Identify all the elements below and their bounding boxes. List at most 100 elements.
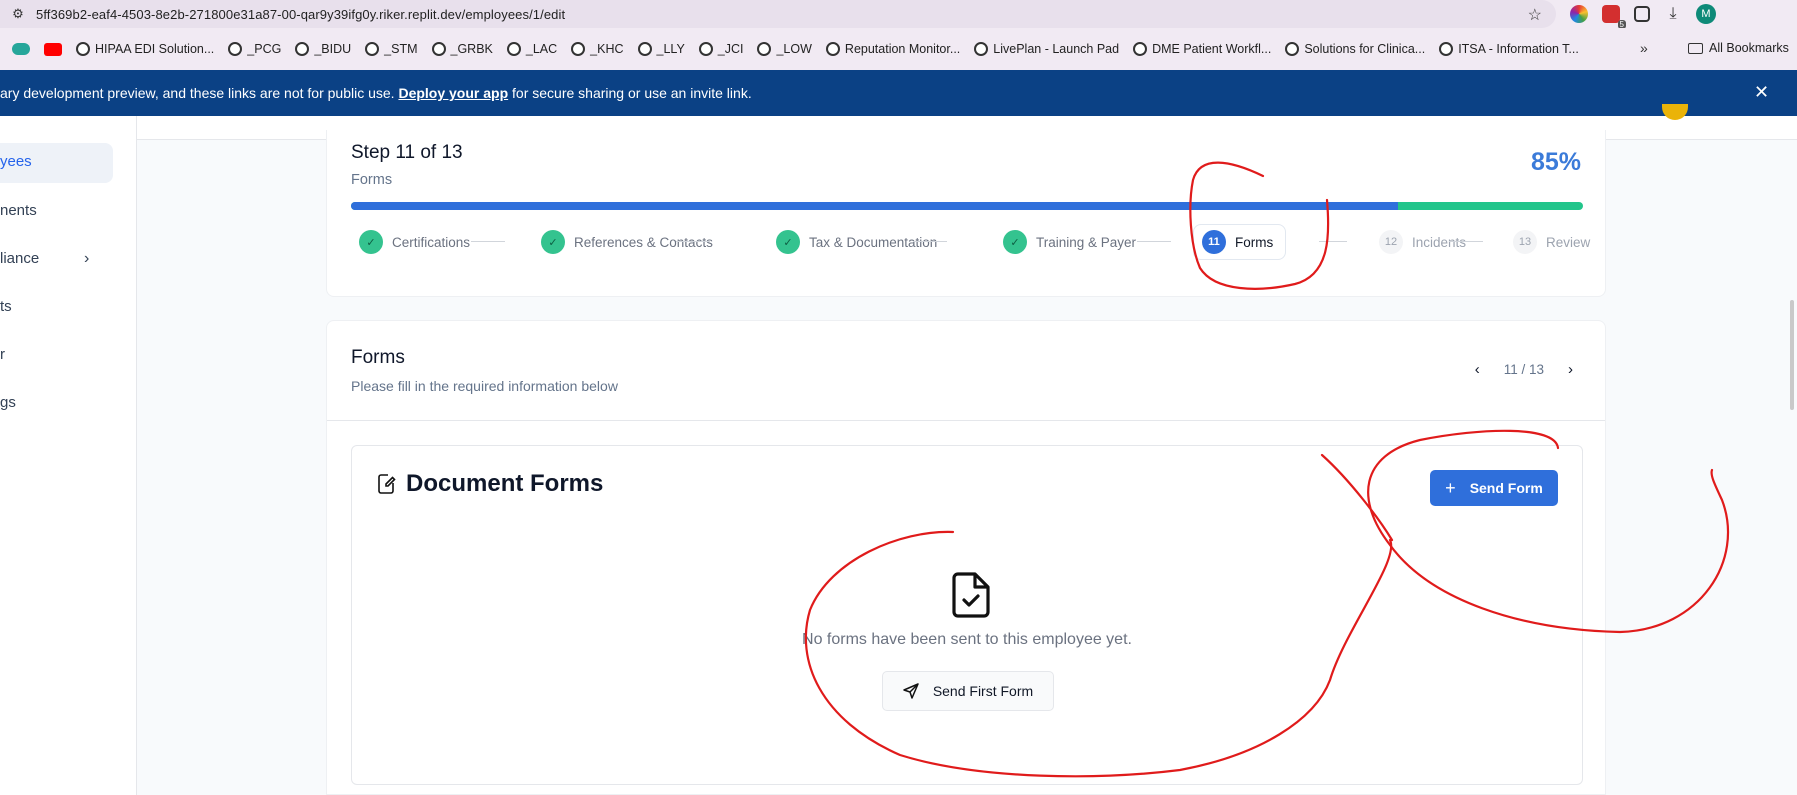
bookmark-item[interactable]: HIPAA EDI Solution...: [76, 42, 214, 56]
step-label: Forms: [1235, 234, 1274, 250]
globe-icon: [228, 42, 243, 56]
step-subtitle: Forms: [351, 172, 393, 188]
step-tax-documentation[interactable]: ✓ Tax & Documentation: [776, 224, 937, 260]
bookmark-label: _KHC: [590, 42, 624, 56]
check-circle-icon: ✓: [776, 230, 800, 254]
next-step-icon[interactable]: ›: [1568, 361, 1573, 378]
bookmark-item[interactable]: _LLY: [637, 42, 685, 56]
profile-avatar[interactable]: M: [1696, 4, 1716, 24]
scrollbar[interactable]: [1790, 300, 1794, 410]
bookmark-item[interactable]: DME Patient Workfl...: [1133, 42, 1271, 56]
bookmark-label: _BIDU: [314, 42, 352, 56]
step-connector: [676, 241, 710, 242]
bookmark-item[interactable]: _KHC: [571, 42, 624, 56]
bookmark-label: _STM: [384, 42, 418, 56]
step-label: Review: [1546, 234, 1591, 250]
step-number: 12: [1379, 230, 1403, 254]
color-extension-icon[interactable]: [1570, 5, 1588, 23]
bookmark-label: Reputation Monitor...: [844, 42, 961, 56]
sidebar-item-employees[interactable]: yees: [0, 143, 113, 183]
previous-step-icon[interactable]: ‹: [1475, 361, 1480, 378]
bookmark-item[interactable]: _GRBK: [431, 42, 493, 56]
step-certifications[interactable]: ✓ Certifications: [359, 224, 470, 260]
bookmark-item[interactable]: ITSA - Information T...: [1439, 42, 1579, 56]
document-forms-heading: Document Forms: [378, 470, 603, 498]
pager-text: 11 / 13: [1503, 362, 1544, 377]
step-incidents[interactable]: 12 Incidents: [1379, 224, 1466, 260]
globe-icon: [1439, 42, 1454, 56]
step-label: Incidents: [1412, 234, 1467, 250]
globe-icon: [698, 42, 713, 56]
step-review[interactable]: 13 Review: [1513, 224, 1590, 260]
sidebar-item-5[interactable]: r: [0, 346, 5, 363]
globe-icon: [365, 42, 380, 56]
globe-icon: [76, 42, 90, 56]
bookmark-label: ITSA - Information T...: [1458, 42, 1579, 56]
bookmark-item[interactable]: _STM: [365, 42, 418, 56]
sidebar-item-settings[interactable]: gs: [0, 394, 16, 411]
folder-icon: [1688, 42, 1703, 54]
chevron-right-icon[interactable]: ›: [84, 250, 89, 268]
bookmark-item[interactable]: LivePlan - Launch Pad: [974, 42, 1119, 56]
puzzle-extensions-icon[interactable]: [1634, 6, 1650, 22]
bookmark-label: _LAC: [525, 42, 558, 56]
step-training-payer[interactable]: ✓ Training & Payer: [1003, 224, 1136, 260]
sidebar-item-compliance[interactable]: liance: [0, 250, 39, 267]
more-bookmarks-button[interactable]: »: [1640, 40, 1648, 56]
bookmark-label: Solutions for Clinica...: [1304, 42, 1426, 56]
extension-icons: 5 ⤓ M: [1570, 4, 1716, 29]
sidebar-item-label: r: [0, 346, 5, 363]
globe-icon: [506, 42, 521, 56]
url-text[interactable]: 5ff369b2-eaf4-4503-8e2b-271800e31a87-00-…: [36, 7, 565, 22]
sidebar-item-label: nents: [0, 202, 37, 219]
step-connector: [913, 241, 947, 242]
shield-extension-icon[interactable]: 5: [1602, 5, 1626, 29]
sidebar-item-label: gs: [0, 394, 16, 411]
site-info-icon[interactable]: ⚙: [0, 6, 36, 22]
send-first-form-label: Send First Form: [932, 683, 1034, 699]
forms-title: Forms: [351, 347, 405, 368]
step-progress-card: Step 11 of 13 Forms 85% ✓ Certifications ✓…: [326, 130, 1606, 297]
bookmark-cloud-icon[interactable]: [12, 43, 30, 55]
step-references-contacts[interactable]: ✓ References & Contacts: [541, 224, 713, 260]
forms-subtitle: Please fill in the required information …: [351, 378, 618, 394]
all-bookmarks-button[interactable]: All Bookmarks: [1688, 41, 1789, 55]
globe-icon: [757, 42, 772, 56]
sidebar-item-documents[interactable]: nents: [0, 202, 37, 219]
bookmark-item[interactable]: _LAC: [506, 42, 558, 56]
check-circle-icon: ✓: [541, 230, 565, 254]
sidebar-item-label: ts: [0, 298, 12, 315]
progress-percent: 85%: [1530, 148, 1581, 176]
send-icon: [903, 683, 919, 699]
step-forms[interactable]: 11 Forms: [1193, 224, 1287, 260]
bookmark-item[interactable]: Reputation Monitor...: [825, 42, 961, 56]
bookmark-item[interactable]: _PCG: [228, 42, 281, 56]
step-title: Step 11 of 13: [351, 142, 463, 163]
bookmark-item[interactable]: _LOW: [757, 42, 812, 56]
banner-text: ary development preview, and these links…: [0, 85, 752, 101]
sidebar: yees nents liance › ts r gs: [0, 116, 137, 795]
address-bar[interactable]: ⚙ 5ff369b2-eaf4-4503-8e2b-271800e31a87-0…: [0, 0, 1556, 28]
bookmarks-bar: HIPAA EDI Solution... _PCG _BIDU _STM _GRBK _…: [0, 28, 1797, 70]
bookmark-item[interactable]: _BIDU: [295, 42, 351, 56]
send-form-button[interactable]: + Send Form: [1430, 470, 1558, 506]
globe-icon: [974, 42, 989, 56]
bookmark-item[interactable]: Solutions for Clinica...: [1285, 42, 1425, 56]
bookmark-label: _JCI: [717, 42, 744, 56]
file-check-icon: [952, 572, 990, 618]
bookmark-label: _LOW: [776, 42, 812, 56]
empty-state-text: No forms have been sent to this employee…: [802, 631, 1132, 648]
sidebar-item-reports[interactable]: ts: [0, 298, 12, 315]
progress-bar: [351, 202, 1583, 210]
step-label: Certifications: [392, 234, 471, 250]
bookmark-star-icon[interactable]: ☆: [1528, 5, 1542, 25]
bookmark-youtube-icon[interactable]: [44, 42, 62, 56]
globe-icon: [825, 42, 840, 56]
send-first-form-button[interactable]: Send First Form: [882, 671, 1054, 711]
download-icon[interactable]: ⤓: [1664, 5, 1682, 23]
check-circle-icon: ✓: [1003, 230, 1027, 254]
sidebar-item-label: yees: [0, 153, 32, 170]
bookmark-item[interactable]: _JCI: [698, 42, 744, 56]
close-banner-icon[interactable]: ✕: [1754, 82, 1769, 103]
deploy-app-link[interactable]: Deploy your app: [398, 85, 508, 101]
